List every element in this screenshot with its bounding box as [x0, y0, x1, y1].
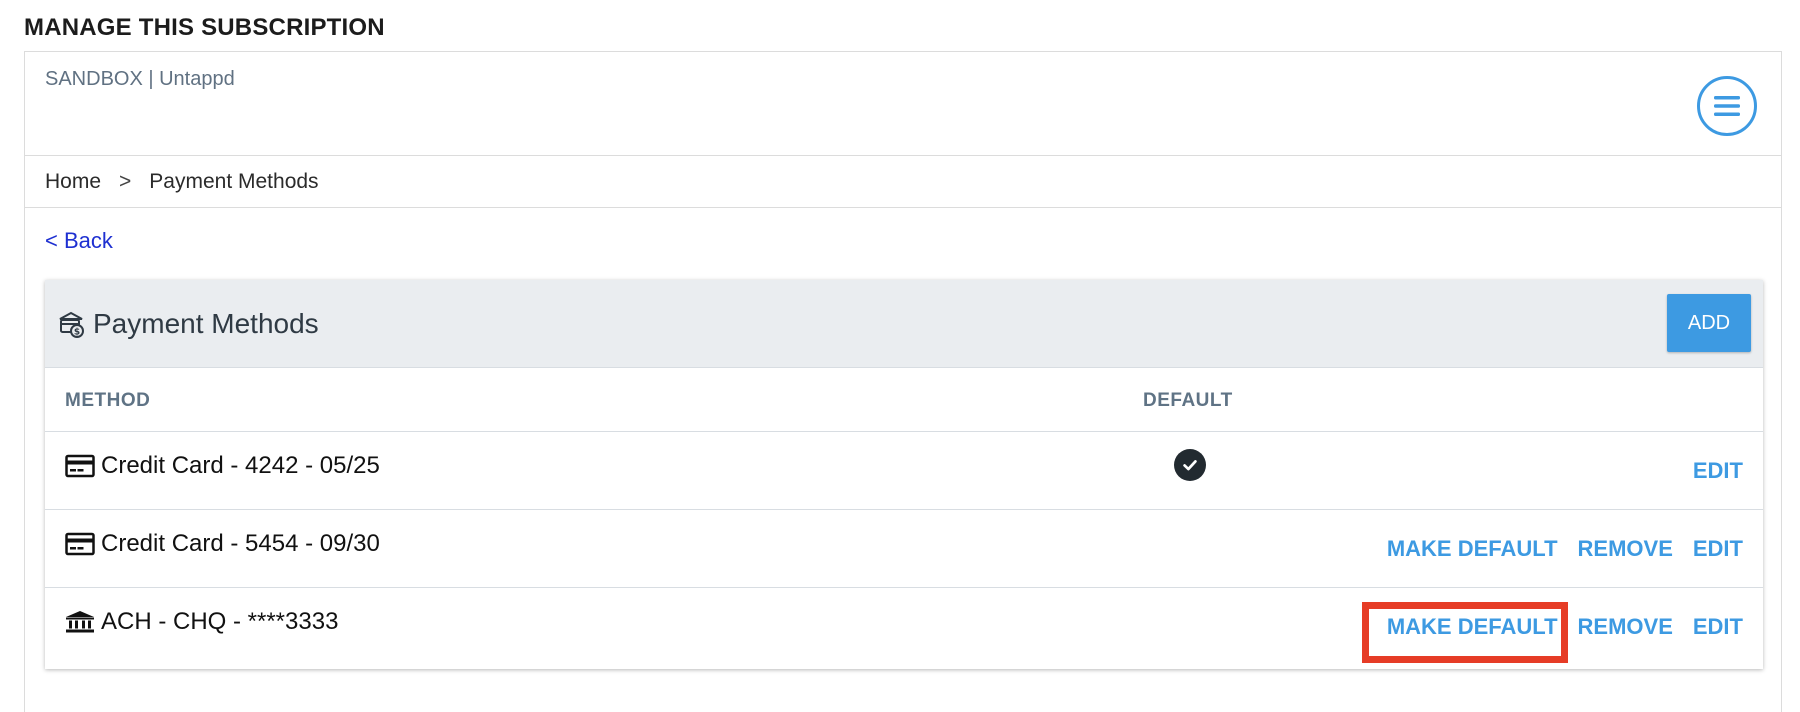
credit-card-icon	[65, 454, 95, 478]
top-bar: SANDBOX | Untappd	[25, 52, 1781, 156]
method-label: Credit Card - 4242 - 05/25	[101, 452, 380, 479]
table-header: METHOD DEFAULT	[45, 368, 1763, 432]
card-header: $ Payment Methods ADD	[45, 280, 1763, 368]
hamburger-menu-icon	[1714, 96, 1740, 116]
credit-card-icon	[65, 532, 95, 556]
method-cell: Credit Card - 4242 - 05/25	[65, 452, 380, 480]
column-default: DEFAULT	[1143, 390, 1233, 411]
method-cell: ACH - CHQ - ****3333	[65, 608, 338, 636]
remove-button[interactable]: REMOVE	[1578, 614, 1673, 640]
add-button[interactable]: ADD	[1667, 294, 1751, 352]
svg-text:$: $	[74, 327, 80, 337]
breadcrumb-current: Payment Methods	[149, 169, 319, 193]
table-row: Credit Card - 5454 - 09/30 MAKE DEFAULT …	[45, 510, 1763, 588]
make-default-button[interactable]: MAKE DEFAULT	[1387, 614, 1558, 640]
method-label: ACH - CHQ - ****3333	[101, 608, 339, 635]
method-cell: Credit Card - 5454 - 09/30	[65, 530, 380, 558]
breadcrumb-home[interactable]: Home	[45, 170, 101, 194]
row-actions: EDIT	[1693, 458, 1743, 484]
payment-methods-card: $ Payment Methods ADD METHOD DEFAULT Cre…	[45, 280, 1763, 669]
back-link[interactable]: < Back	[45, 228, 113, 254]
row-actions: MAKE DEFAULT REMOVE EDIT	[1387, 614, 1743, 640]
default-check-icon	[1174, 449, 1206, 481]
breadcrumb-separator: >	[119, 169, 132, 193]
table-row: ACH - CHQ - ****3333 MAKE DEFAULT REMOVE…	[45, 588, 1763, 666]
column-method: METHOD	[65, 390, 151, 411]
page-title: MANAGE THIS SUBSCRIPTION	[24, 14, 385, 41]
method-label: Credit Card - 5454 - 09/30	[101, 530, 380, 557]
tenant-label: SANDBOX | Untappd	[45, 68, 235, 90]
bank-icon	[66, 611, 94, 633]
remove-button[interactable]: REMOVE	[1578, 536, 1673, 562]
payment-methods-icon: $	[59, 311, 84, 338]
edit-button[interactable]: EDIT	[1693, 458, 1743, 484]
breadcrumb: Home > Payment Methods	[25, 156, 1781, 208]
menu-button[interactable]	[1697, 76, 1757, 136]
make-default-button[interactable]: MAKE DEFAULT	[1387, 536, 1558, 562]
card-title: Payment Methods	[93, 307, 319, 339]
row-actions: MAKE DEFAULT REMOVE EDIT	[1387, 536, 1743, 562]
subscription-panel: SANDBOX | Untappd Home > Payment Methods…	[24, 51, 1782, 712]
table-row: Credit Card - 4242 - 05/25 EDIT	[45, 432, 1763, 510]
edit-button[interactable]: EDIT	[1693, 614, 1743, 640]
edit-button[interactable]: EDIT	[1693, 536, 1743, 562]
